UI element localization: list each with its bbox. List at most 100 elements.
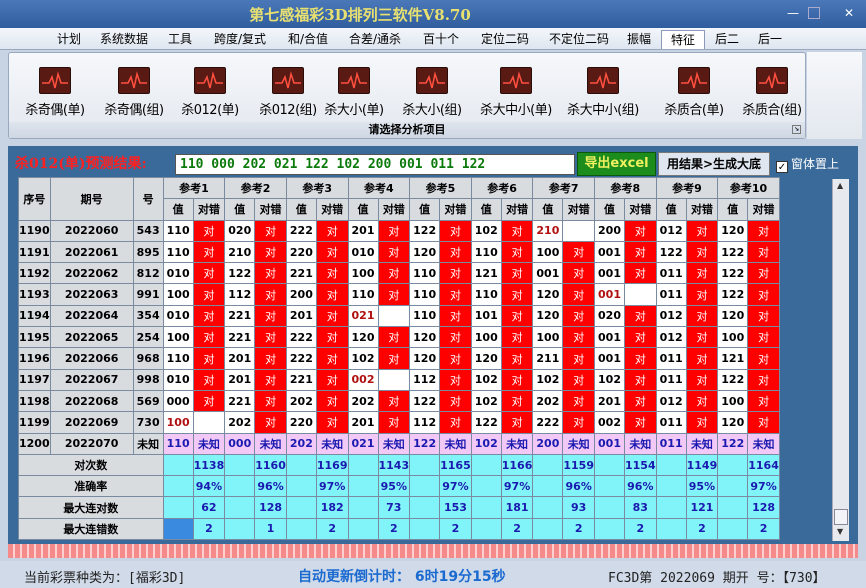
- status-countdown: 自动更新倒计时： 6时19分15秒: [298, 569, 506, 585]
- generate-base-button[interactable]: 用结果>生成大底: [658, 152, 770, 176]
- stats-value: 1154: [624, 453, 657, 477]
- table-row[interactable]: 1191 2022061 895 110 对 210 对 220 对 010 对 120 对 110 对 10…: [18, 240, 780, 264]
- table-row[interactable]: 1190 2022060 543 110 对 020 对 222 对 201 对 122 对 102 对 21…: [18, 219, 780, 242]
- prediction-row[interactable]: 1200 2022070 未知 110 未知 000 未知 202 未知 021 未知 122 未知 10…: [18, 432, 780, 455]
- menu-item[interactable]: 工具: [162, 30, 198, 49]
- menu-item[interactable]: 和/合值: [281, 30, 335, 49]
- menu-item[interactable]: 振幅: [621, 30, 657, 49]
- checkbox-icon[interactable]: ✓: [776, 161, 788, 173]
- menu-item[interactable]: 跨度/复式: [207, 30, 273, 49]
- pred-hit: 未知: [500, 432, 534, 455]
- ribbon-button[interactable]: 杀质合(组): [733, 67, 811, 123]
- stats-value: 1159: [562, 453, 595, 477]
- ribbon-button[interactable]: 杀012(单): [171, 67, 249, 123]
- table-row[interactable]: 1196 2022066 968 110 对 201 对 222 对 102 对 120 对 120 对 21…: [18, 347, 780, 370]
- cell-hit: 对: [685, 304, 719, 328]
- stats-spacer: [717, 517, 749, 541]
- scroll-up-icon[interactable]: ▲: [837, 181, 843, 190]
- cell-value: 102: [470, 389, 502, 413]
- header-val: 值: [347, 198, 379, 221]
- minimize-icon[interactable]: —: [782, 5, 804, 21]
- cell-hit: 对: [315, 389, 349, 413]
- header-hit: 对错: [439, 198, 472, 221]
- cell-hit: 对: [315, 411, 349, 434]
- cell-hit: 对: [254, 347, 287, 370]
- ribbon-button[interactable]: 杀奇偶(单): [16, 67, 94, 123]
- ribbon-button[interactable]: 杀质合(单): [655, 67, 733, 123]
- stats-spacer: [594, 453, 625, 477]
- menu-item[interactable]: 后一: [753, 30, 787, 49]
- stats-value: 2: [747, 517, 780, 541]
- cell-value: 112: [409, 411, 441, 434]
- topmost-checkbox[interactable]: ✓ 窗体置上: [776, 155, 839, 173]
- cell-value: 000: [162, 389, 194, 413]
- menu-item[interactable]: 合差/通杀: [342, 30, 408, 49]
- ribbon-button[interactable]: 杀奇偶(组): [95, 67, 173, 123]
- header-seq: 序号: [18, 177, 51, 221]
- cell-hit: 对: [315, 326, 349, 349]
- row-num: 895: [132, 240, 164, 264]
- row-issue: 2022069: [49, 411, 134, 434]
- heartbeat-chart-icon: [756, 67, 788, 94]
- cell-hit: 对: [624, 389, 657, 413]
- heartbeat-chart-icon: [39, 67, 71, 94]
- cell-value: 201: [347, 411, 379, 434]
- scroll-down-icon[interactable]: ▼: [837, 527, 843, 536]
- ribbon-scroll-area: [807, 52, 862, 139]
- cell-value: 002: [347, 368, 379, 391]
- table-row[interactable]: 1194 2022064 354 010 对 221 对 201 对 021 110 对 101 对 120…: [18, 304, 780, 328]
- stats-value: 1166: [500, 453, 534, 477]
- stats-value: 1: [254, 517, 287, 541]
- menu-item[interactable]: 计划: [52, 30, 86, 49]
- menu-item[interactable]: 定位二码: [472, 30, 538, 49]
- cell-value: 122: [224, 262, 256, 285]
- cell-value: 100: [717, 389, 749, 413]
- table-row[interactable]: 1193 2022063 991 100 对 112 对 200 对 110 对 110 对 110 对 12…: [18, 283, 780, 306]
- cell-hit: 对: [192, 219, 226, 242]
- cell-hit: 对: [624, 368, 657, 391]
- ribbon-button[interactable]: 杀大中小(组): [559, 67, 647, 123]
- menu-item[interactable]: 特征: [661, 30, 705, 49]
- cell-value: 202: [224, 411, 256, 434]
- stats-value: 2: [624, 517, 657, 541]
- stats-spacer: [162, 453, 194, 477]
- close-icon[interactable]: ✕: [838, 5, 860, 21]
- pred-value: 000: [224, 432, 256, 455]
- cell-hit: 对: [315, 219, 349, 242]
- vertical-scrollbar[interactable]: ▲ ▼: [832, 179, 849, 541]
- ribbon-caption: 请选择分析项目 ↘: [9, 122, 805, 138]
- cell-value: 110: [162, 240, 194, 264]
- scroll-thumb[interactable]: [834, 509, 848, 525]
- menu-item[interactable]: 系统数据: [94, 30, 154, 49]
- table-row[interactable]: 1198 2022068 569 000 对 221 对 202 对 202 对 122 对 102 对 20…: [18, 389, 780, 413]
- menu-item[interactable]: 百十个: [416, 30, 466, 49]
- cell-value: 200: [594, 219, 625, 242]
- expand-icon[interactable]: ↘: [792, 125, 801, 134]
- export-excel-button[interactable]: 导出excel: [577, 152, 656, 176]
- pred-num: 未知: [132, 432, 164, 455]
- row-seq: 1196: [18, 347, 51, 370]
- ribbon-button[interactable]: 杀大小(单): [315, 67, 393, 123]
- cell-value: 221: [224, 389, 256, 413]
- header-val: 值: [655, 198, 687, 221]
- header-val: 值: [532, 198, 564, 221]
- stats-spacer: [470, 496, 502, 519]
- table-row[interactable]: 1199 2022069 730 100 202 对 220 对 201 对 112 对 122 对 222…: [18, 411, 780, 434]
- stats-spacer: [594, 496, 625, 519]
- pred-hit: 未知: [747, 432, 780, 455]
- table-row[interactable]: 1197 2022067 998 010 对 201 对 221 对 002 112 对 102 对 102…: [18, 368, 780, 391]
- menu-item[interactable]: 不定位二码: [541, 30, 617, 49]
- table-row[interactable]: 1192 2022062 812 010 对 122 对 221 对 100 对 110 对 121 对 00…: [18, 262, 780, 285]
- cell-value: 001: [594, 283, 625, 306]
- cell-hit: 对: [562, 411, 595, 434]
- table-row[interactable]: 1195 2022065 254 100 对 221 对 222 对 120 对 120 对 100 对 10…: [18, 326, 780, 349]
- cell-hit: 对: [439, 411, 472, 434]
- menu-item[interactable]: 后二: [710, 30, 744, 49]
- stats-value: 1169: [315, 453, 349, 477]
- restore-icon[interactable]: [808, 7, 820, 19]
- cell-hit: [192, 411, 226, 434]
- ribbon-button[interactable]: 杀大中小(单): [471, 67, 561, 123]
- result-value-field[interactable]: 110 000 202 021 122 102 200 001 011 122: [175, 154, 575, 175]
- cell-hit: 对: [562, 283, 595, 306]
- ribbon-button[interactable]: 杀大小(组): [393, 67, 471, 123]
